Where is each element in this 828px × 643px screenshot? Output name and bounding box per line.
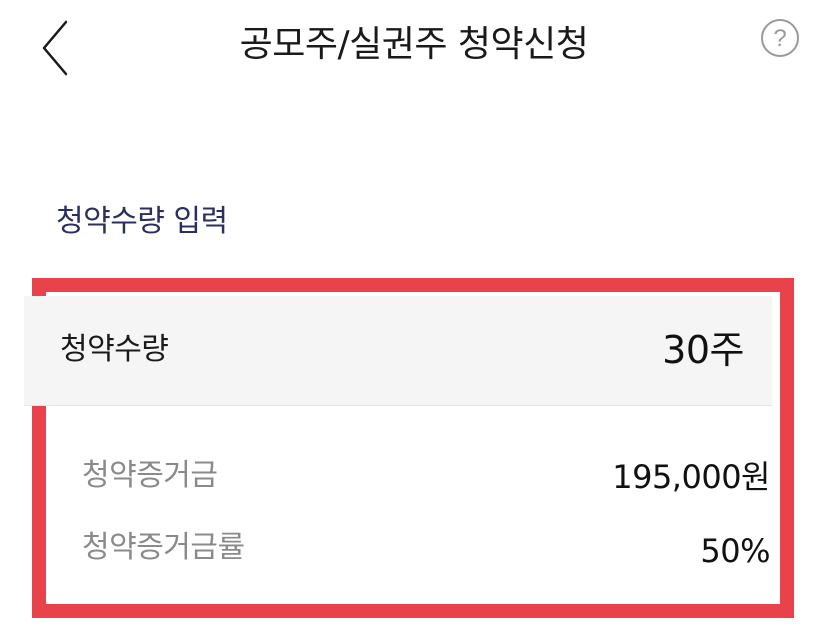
quantity-label: 청약수량 (60, 332, 169, 367)
page-title: 공모주/실권주 청약신청 (239, 24, 589, 65)
deposit-value: 195,000원 (612, 458, 770, 496)
help-glyph: ? (773, 25, 786, 52)
quantity-value[interactable]: 30주 (662, 325, 744, 375)
deposit-label: 청약증거금 (82, 458, 218, 493)
deposit-rate-label: 청약증거금률 (82, 530, 245, 565)
section-title: 청약수량 입력 (56, 204, 228, 239)
help-button[interactable]: ? (760, 18, 800, 58)
question-circle-icon: ? (761, 19, 799, 57)
deposit-rate-value: 50% (700, 532, 770, 570)
app-header: 공모주/실권주 청약신청 ? (0, 0, 828, 100)
